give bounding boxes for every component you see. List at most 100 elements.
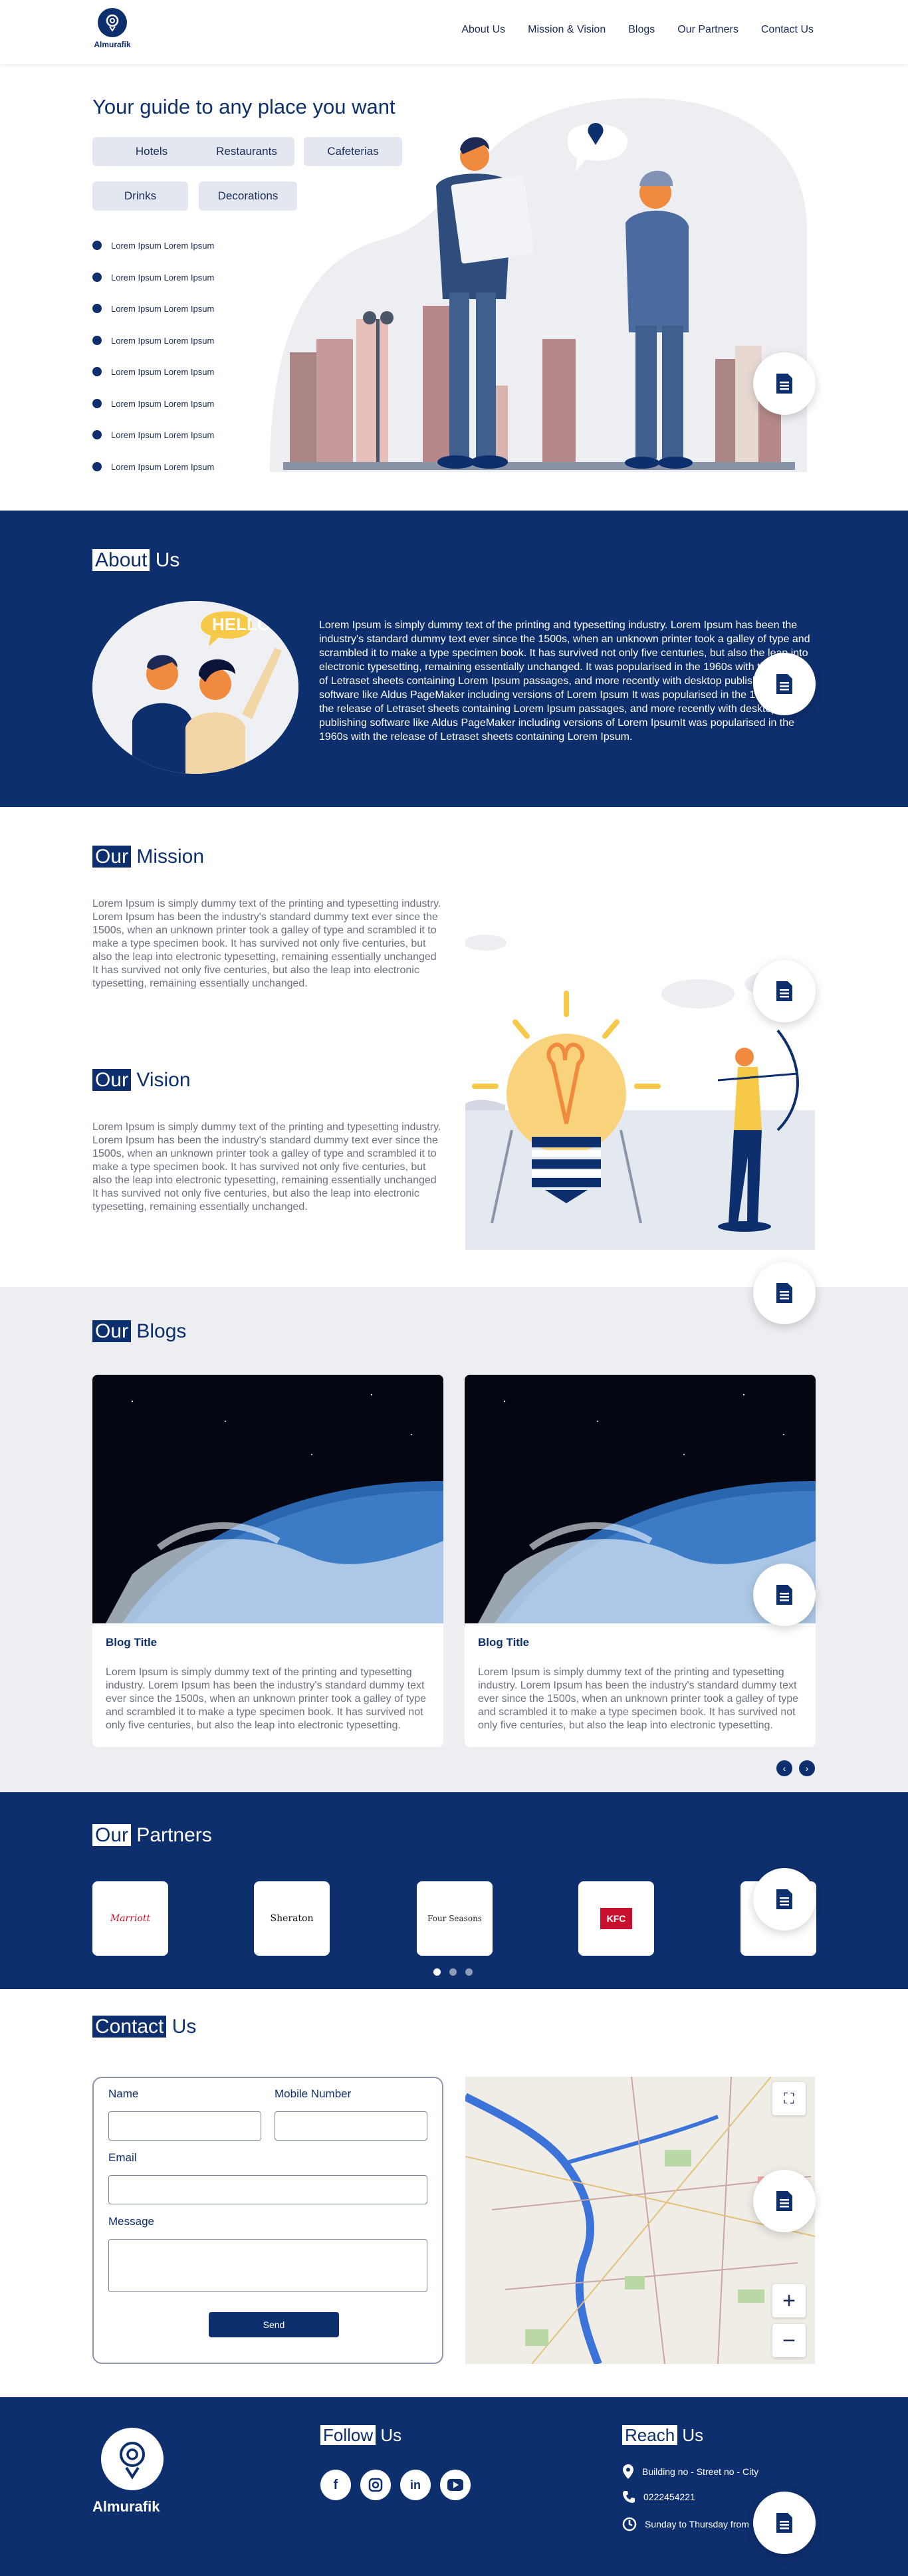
list-item: Lorem Ipsum Lorem Ipsum xyxy=(92,336,214,368)
doc-fab[interactable] xyxy=(753,1262,816,1324)
plus-icon: + xyxy=(782,2287,796,2313)
blog-title: Blog Title xyxy=(478,1636,530,1649)
hours-text: Sunday to Thursday from xyxy=(645,2519,749,2529)
nav-mission-vision[interactable]: Mission & Vision xyxy=(528,24,606,36)
doc-fab[interactable] xyxy=(753,352,816,415)
location-icon xyxy=(623,2464,633,2479)
kfc-logo-text: KFC xyxy=(600,1908,633,1929)
logo-pin-icon xyxy=(120,2442,145,2480)
chevron-right-icon: › xyxy=(805,1763,809,1774)
linkedin-link[interactable]: in xyxy=(400,2470,431,2500)
follow-title-rest: Us xyxy=(380,2425,402,2445)
document-icon xyxy=(776,981,792,1001)
partner-logo-sheraton[interactable]: Sheraton xyxy=(254,1881,330,1956)
zoom-in-button[interactable]: + xyxy=(772,2284,806,2317)
carousel-dot[interactable] xyxy=(465,1968,473,1976)
document-icon xyxy=(776,1585,792,1605)
mission-text: Lorem Ipsum is simply dummy text of the … xyxy=(92,898,441,989)
blog-text: Lorem Ipsum is simply dummy text of the … xyxy=(106,1667,427,1731)
chip-drinks[interactable]: Drinks xyxy=(92,181,188,211)
doc-fab[interactable] xyxy=(753,2492,816,2554)
site-header: Almurafik About Us Mission & Vision Blog… xyxy=(0,0,908,64)
document-icon xyxy=(776,674,792,694)
partner-logo-kfc[interactable]: KFC xyxy=(578,1881,654,1956)
blog-image xyxy=(92,1375,443,1623)
list-item: Lorem Ipsum Lorem Ipsum xyxy=(92,399,214,431)
list-item: Lorem Ipsum Lorem Ipsum xyxy=(92,367,214,399)
blogs-title: Our Blogs xyxy=(92,1320,186,1343)
facebook-icon: f xyxy=(333,2477,338,2492)
list-item: Lorem Ipsum Lorem Ipsum xyxy=(92,430,214,462)
vision-text: Lorem Ipsum is simply dummy text of the … xyxy=(92,1121,441,1213)
hours-row: Sunday to Thursday from xyxy=(622,2517,749,2531)
footer-logo[interactable] xyxy=(101,2428,164,2490)
blog-card[interactable]: Blog Title Lorem Ipsum is simply dummy t… xyxy=(465,1375,816,1747)
contact-title: Contact Us xyxy=(92,2016,196,2038)
phone-icon xyxy=(623,2491,635,2503)
facebook-link[interactable]: f xyxy=(320,2470,351,2500)
clock-icon xyxy=(622,2517,637,2531)
vision-title-rest: Vision xyxy=(136,1069,191,1091)
nav-blogs[interactable]: Blogs xyxy=(628,24,655,36)
blogs-title-highlight: Our xyxy=(92,1320,132,1342)
carousel-dot[interactable] xyxy=(433,1968,441,1976)
footer-brand-name: Almurafik xyxy=(92,2498,160,2515)
doc-fab[interactable] xyxy=(753,960,816,1022)
message-field[interactable] xyxy=(108,2239,427,2292)
email-field[interactable] xyxy=(108,2175,427,2204)
doc-fab[interactable] xyxy=(753,1564,816,1626)
youtube-link[interactable] xyxy=(440,2470,471,2500)
mobile-field[interactable] xyxy=(275,2111,427,2141)
partner-logo-marriott[interactable]: Marriott xyxy=(92,1881,168,1956)
hello-bubble-text: HELLO! xyxy=(212,614,277,634)
doc-fab[interactable] xyxy=(753,1868,816,1931)
contact-title-highlight: Contact xyxy=(92,2016,167,2038)
blogs-next-button[interactable]: › xyxy=(799,1760,815,1776)
nav-about[interactable]: About Us xyxy=(461,24,505,36)
brand-logo[interactable]: Almurafik xyxy=(92,8,132,49)
follow-title-highlight: Follow xyxy=(320,2425,376,2445)
doc-fab[interactable] xyxy=(753,653,816,715)
blogs-prev-button[interactable]: ‹ xyxy=(776,1760,792,1776)
name-field[interactable] xyxy=(108,2111,261,2141)
document-icon xyxy=(776,1889,792,1909)
document-icon xyxy=(776,374,792,394)
blog-card[interactable]: Blog Title Lorem Ipsum is simply dummy t… xyxy=(92,1375,443,1747)
about-title: About Us xyxy=(92,549,179,572)
list-item: Lorem Ipsum Lorem Ipsum xyxy=(92,241,214,273)
chevron-left-icon: ‹ xyxy=(782,1763,786,1774)
chip-hotels[interactable]: Hotels xyxy=(92,137,211,166)
message-label: Message xyxy=(108,2215,154,2228)
linkedin-icon: in xyxy=(410,2478,421,2492)
fullscreen-icon: ⛶ xyxy=(784,2090,794,2107)
reach-title-rest: Us xyxy=(682,2425,704,2445)
brand-name: Almurafik xyxy=(94,40,131,49)
reach-title-highlight: Reach xyxy=(622,2425,678,2445)
document-icon xyxy=(776,2513,792,2533)
fullscreen-button[interactable]: ⛶ xyxy=(772,2082,806,2115)
nav-partners[interactable]: Our Partners xyxy=(677,24,738,36)
blog-text: Lorem Ipsum is simply dummy text of the … xyxy=(478,1667,799,1731)
send-button[interactable]: Send xyxy=(209,2312,339,2337)
partners-title: Our Partners xyxy=(92,1824,212,1847)
phone-row: 0222454221 xyxy=(622,2490,695,2504)
mission-title-rest: Mission xyxy=(136,846,205,868)
address-row: Building no - Street no - City xyxy=(622,2464,758,2480)
partner-logo-four-seasons[interactable]: Four Seasons xyxy=(417,1881,493,1956)
partners-title-highlight: Our xyxy=(92,1824,132,1846)
logo-pin-icon xyxy=(98,8,127,37)
hero-illustration xyxy=(270,98,807,472)
mission-title-highlight: Our xyxy=(92,846,132,868)
about-text: Lorem Ipsum is simply dummy text of the … xyxy=(319,620,810,743)
instagram-link[interactable] xyxy=(360,2470,391,2500)
follow-title: Follow Us xyxy=(320,2425,401,2446)
nav-contact[interactable]: Contact Us xyxy=(761,24,814,36)
document-icon xyxy=(776,1283,792,1303)
carousel-dot[interactable] xyxy=(449,1968,457,1976)
youtube-icon xyxy=(447,2479,463,2491)
reach-title: Reach Us xyxy=(622,2425,703,2446)
mobile-label: Mobile Number xyxy=(275,2087,352,2100)
zoom-out-button[interactable]: − xyxy=(772,2324,806,2357)
doc-fab[interactable] xyxy=(753,2170,816,2232)
email-label: Email xyxy=(108,2151,137,2164)
